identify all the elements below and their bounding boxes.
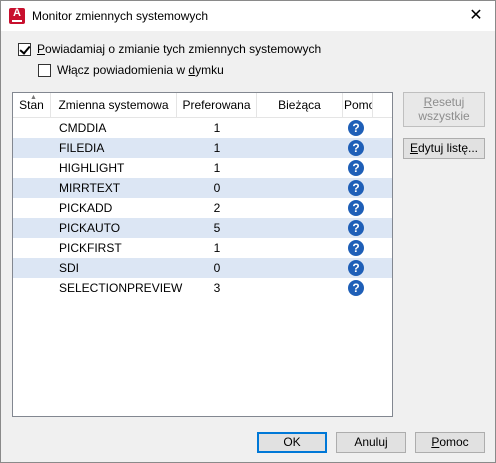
column-header-current[interactable]: Bieżąca (257, 93, 343, 117)
preferred-value[interactable]: 2 (177, 198, 257, 218)
variable-name: HIGHLIGHT (59, 161, 125, 175)
current-value (257, 198, 343, 218)
current-value (257, 238, 343, 258)
variables-list[interactable]: ▲ Stan Zmienna systemowa Preferowana Bie… (12, 92, 393, 417)
help-icon[interactable]: ? (348, 260, 364, 276)
table-row[interactable]: FILEDIA 1 ? (13, 138, 392, 158)
column-header-variable[interactable]: Zmienna systemowa (51, 93, 177, 117)
sort-ascending-icon: ▲ (30, 94, 37, 101)
table-row[interactable]: SELECTIONPREVIEW 3 ? (13, 278, 392, 298)
autocad-icon: A (9, 7, 25, 24)
current-value (257, 278, 343, 298)
title-bar: A Monitor zmiennych systemowych ✕ (1, 1, 495, 31)
notify-label-mnemonic: P (37, 42, 46, 56)
edit-list-mnemonic: E (409, 141, 418, 155)
variable-name: SDI (59, 261, 80, 275)
help-icon[interactable]: ? (348, 120, 364, 136)
help-icon[interactable]: ? (348, 160, 364, 176)
preferred-value[interactable]: 1 (177, 158, 257, 178)
preferred-value[interactable]: 3 (177, 278, 257, 298)
table-row[interactable]: HIGHLIGHT 1 ? (13, 158, 392, 178)
help-icon[interactable]: ? (348, 200, 364, 216)
current-value (257, 178, 343, 198)
help-icon[interactable]: ? (348, 240, 364, 256)
dialog-window: A Monitor zmiennych systemowych ✕ Powiad… (0, 0, 496, 463)
preferred-value[interactable]: 0 (177, 258, 257, 278)
preferred-value[interactable]: 1 (177, 118, 257, 138)
edit-list-button[interactable]: Edytuj listę... (403, 138, 485, 159)
reset-all-line2: wszystkie (418, 109, 470, 123)
variable-name: PICKAUTO (59, 221, 121, 235)
notify-label[interactable]: Powiadamiaj o zmianie tych zmiennych sys… (37, 42, 321, 56)
column-header-preferred[interactable]: Preferowana (177, 93, 257, 117)
current-value (257, 258, 343, 278)
preferred-value[interactable]: 1 (177, 238, 257, 258)
preferred-value[interactable]: 0 (177, 178, 257, 198)
table-row[interactable]: MIRRTEXT 0 ? (13, 178, 392, 198)
edit-list-text: dytuj listę... (417, 141, 479, 155)
current-value (257, 218, 343, 238)
reset-all-line1-text: esetuj (432, 95, 465, 109)
reset-all-line1: Resetuj (404, 95, 484, 109)
balloon-label-text-end: ymku (195, 63, 224, 77)
preferred-value[interactable]: 1 (177, 138, 257, 158)
help-button-text: omoc (439, 435, 469, 449)
table-row[interactable]: SDI 0 ? (13, 258, 392, 278)
notify-label-text: owiadamiaj o zmianie tych zmiennych syst… (45, 42, 322, 56)
preferred-value[interactable]: 5 (177, 218, 257, 238)
help-icon[interactable]: ? (348, 280, 364, 296)
balloon-label[interactable]: Włącz powiadomienia w dymku (57, 63, 224, 77)
cancel-button[interactable]: Anuluj (336, 432, 406, 453)
table-row[interactable]: PICKFIRST 1 ? (13, 238, 392, 258)
balloon-checkbox[interactable] (38, 64, 51, 77)
close-icon[interactable]: ✕ (465, 5, 487, 27)
current-value (257, 118, 343, 138)
help-icon[interactable]: ? (348, 220, 364, 236)
reset-all-button[interactable]: Resetuj wszystkie (403, 92, 485, 127)
table-row[interactable]: PICKAUTO 5 ? (13, 218, 392, 238)
variable-name: PICKFIRST (59, 241, 122, 255)
column-header-help[interactable]: Pomoc (343, 93, 373, 117)
column-header-stan[interactable]: ▲ Stan (13, 93, 51, 117)
table-row[interactable]: PICKADD 2 ? (13, 198, 392, 218)
notify-checkbox[interactable] (18, 43, 31, 56)
help-button[interactable]: Pomoc (415, 432, 485, 453)
list-header: ▲ Stan Zmienna systemowa Preferowana Bie… (13, 93, 392, 118)
variable-name: SELECTIONPREVIEW (59, 281, 183, 295)
variable-name: FILEDIA (59, 141, 105, 155)
table-row[interactable]: CMDDIA 1 ? (13, 118, 392, 138)
ok-button[interactable]: OK (257, 432, 327, 453)
variable-name: PICKADD (59, 201, 113, 215)
current-value (257, 138, 343, 158)
reset-all-mnemonic: R (423, 95, 433, 109)
help-icon[interactable]: ? (348, 180, 364, 196)
window-title: Monitor zmiennych systemowych (32, 9, 209, 23)
balloon-label-text: Włącz powiadomienia w (57, 63, 189, 77)
current-value (257, 158, 343, 178)
variable-name: MIRRTEXT (59, 181, 121, 195)
variable-name: CMDDIA (59, 121, 107, 135)
help-icon[interactable]: ? (348, 140, 364, 156)
